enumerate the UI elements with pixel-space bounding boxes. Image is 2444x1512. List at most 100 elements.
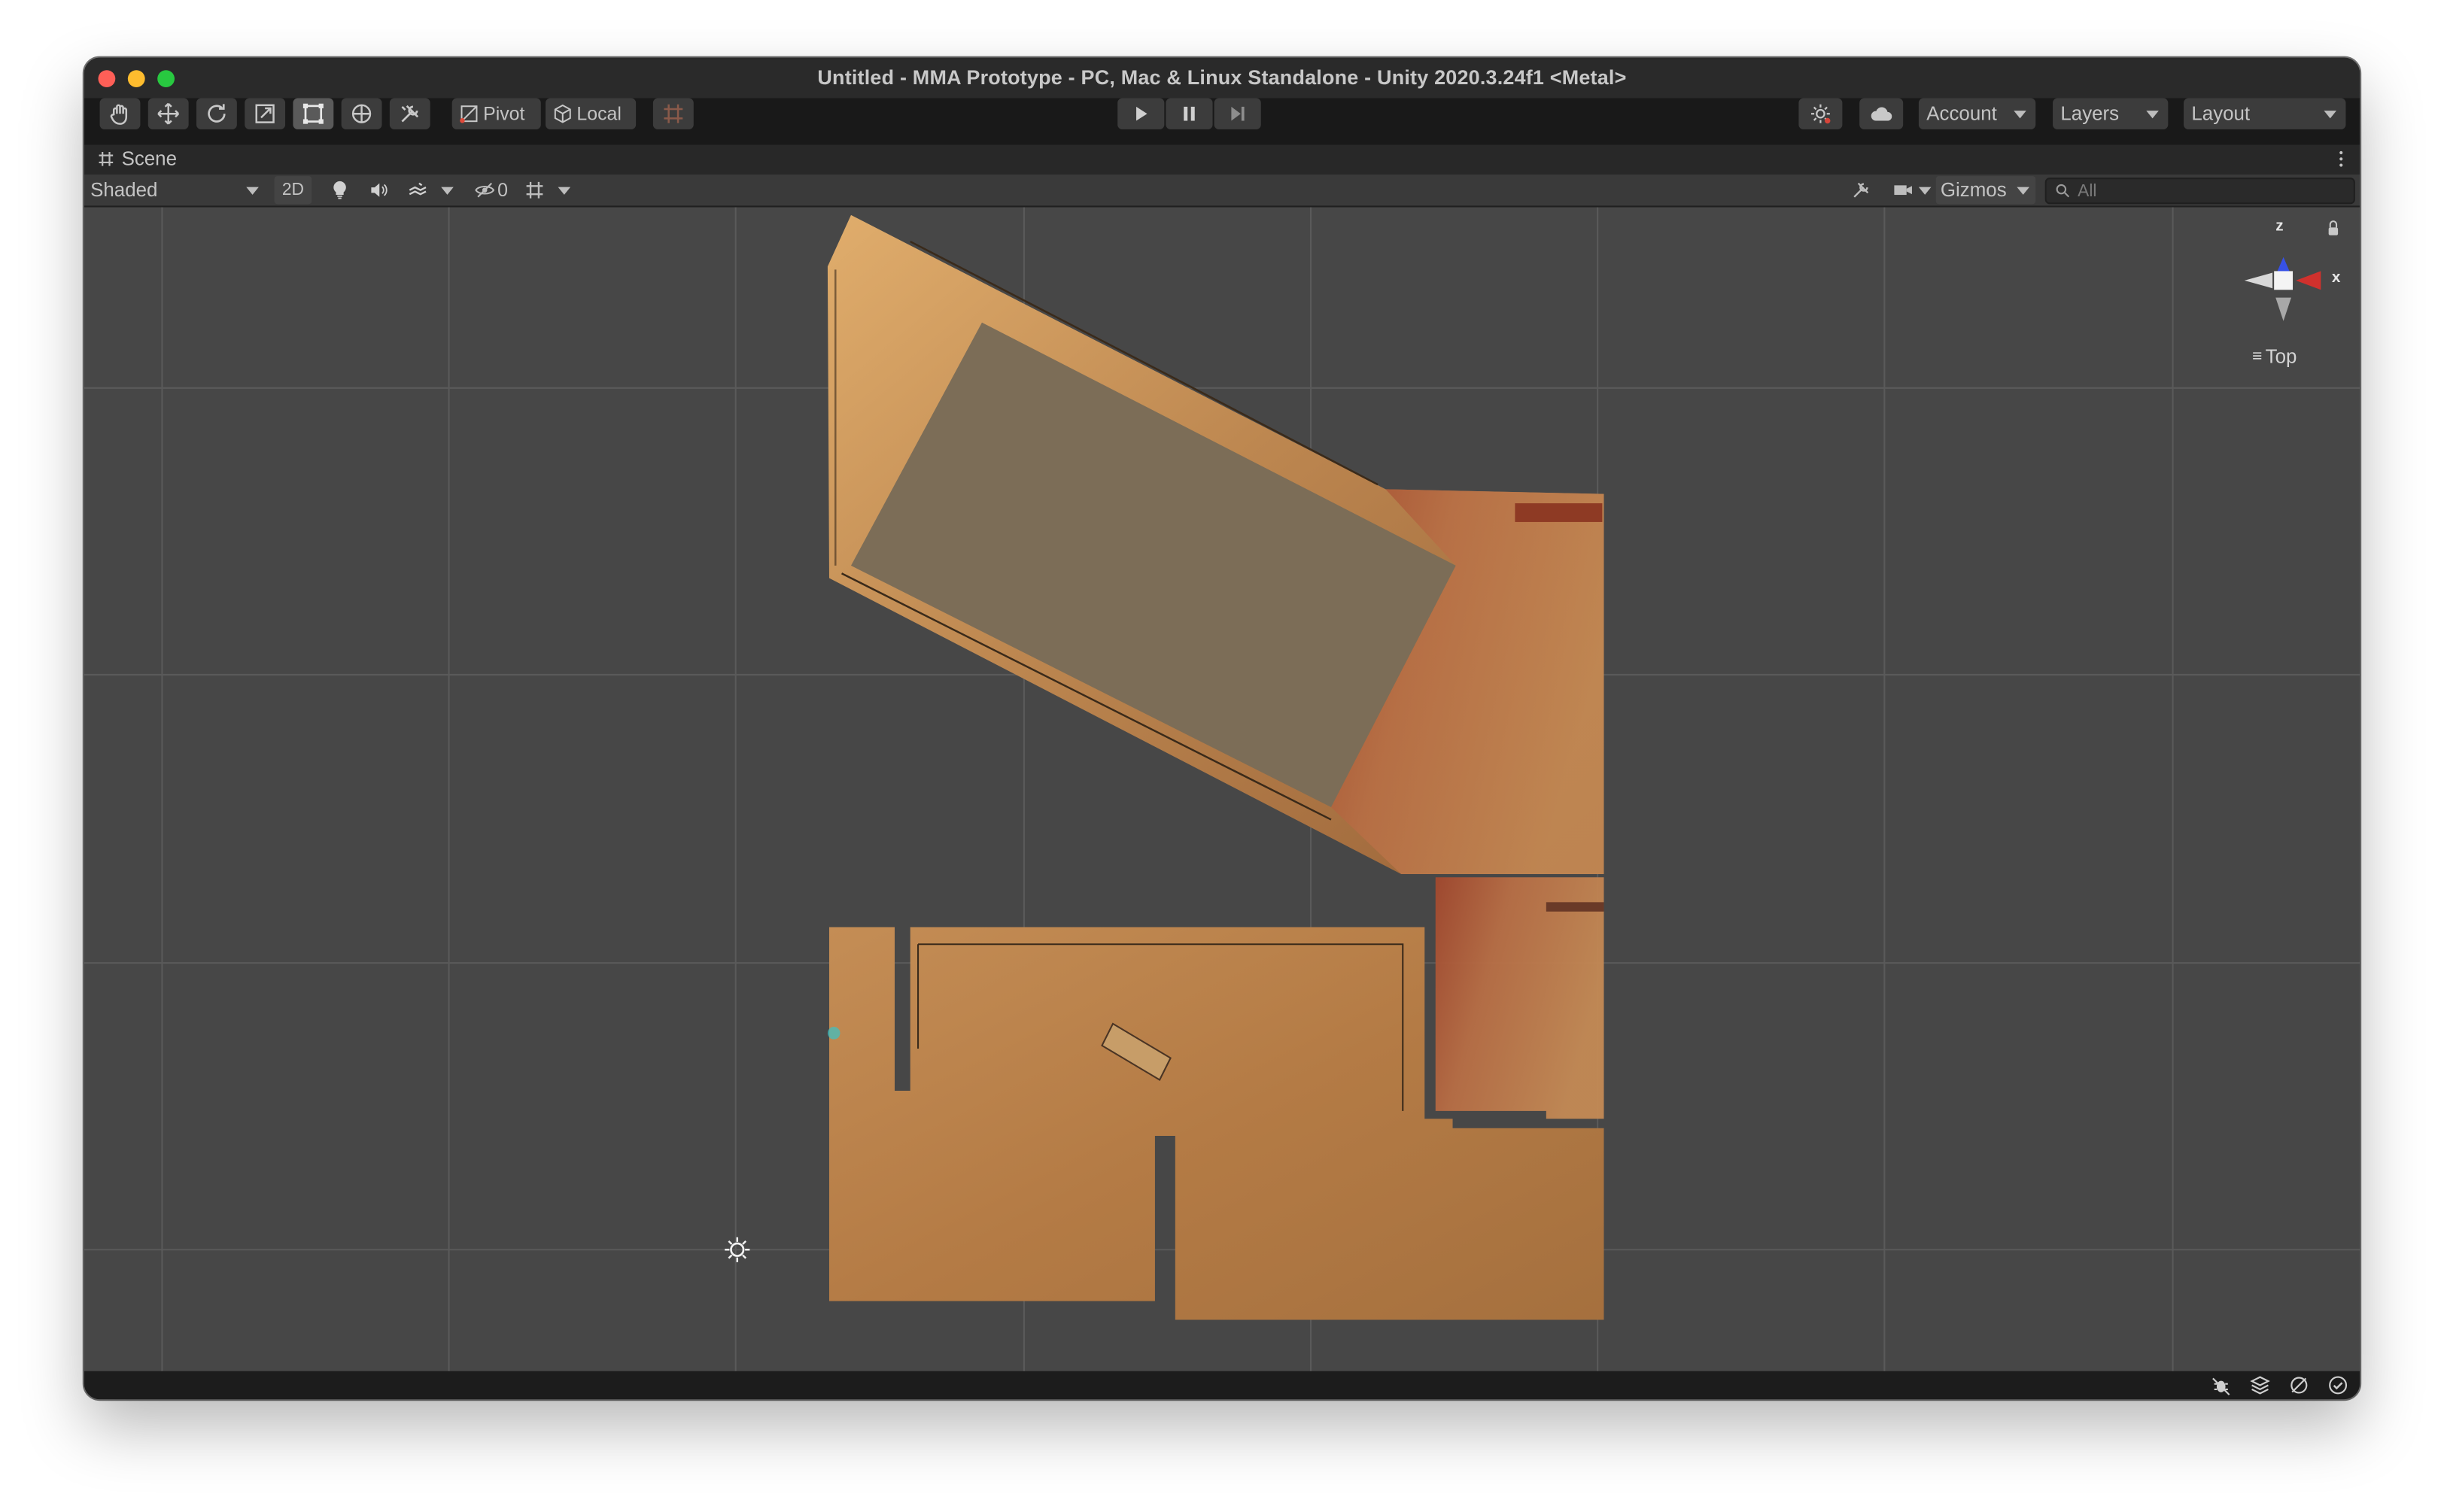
hidden-objects-toggle[interactable]: 0 — [467, 176, 514, 204]
rotate-tool-button[interactable] — [196, 98, 237, 129]
layers-label: Layers — [2060, 102, 2120, 125]
effects-toggle[interactable] — [400, 176, 435, 204]
hand-tool-icon — [110, 104, 128, 125]
tools-toggle[interactable] — [1846, 176, 1877, 204]
gizmo-center-cube[interactable] — [2274, 271, 2294, 290]
layers-dropdown[interactable]: Layers — [2053, 98, 2169, 129]
chevron-down-icon — [441, 186, 454, 194]
main-toolbar: Pivot Local Account Layers Layout — [84, 98, 2360, 145]
tab-scene[interactable]: Scene — [96, 148, 177, 170]
toggle-2d-label: 2D — [281, 181, 304, 200]
check-circle-icon[interactable] — [2327, 1374, 2349, 1396]
pause-icon — [1184, 106, 1195, 121]
axis-x-cone[interactable] — [2296, 271, 2321, 290]
title-bar: Untitled - MMA Prototype - PC, Mac & Lin… — [84, 57, 2360, 99]
chevron-down-icon — [246, 186, 259, 194]
screen: Untitled - MMA Prototype - PC, Mac & Lin… — [0, 0, 2444, 1511]
scene-toolbar: Shaded 2D 0 Gizmos All — [84, 174, 2360, 208]
layout-dropdown[interactable]: Layout — [2184, 98, 2346, 129]
axis-neg-y-cone[interactable] — [2275, 297, 2291, 321]
camera-icon — [1894, 185, 1912, 196]
chevron-down-icon — [2014, 110, 2026, 118]
scene-tab-bar: Scene — [84, 144, 2360, 175]
toggle-2d-button[interactable]: 2D — [274, 176, 312, 205]
shading-mode-dropdown[interactable]: Shaded — [84, 176, 262, 204]
status-bar — [84, 1371, 2360, 1400]
lighting-toggle[interactable] — [323, 176, 357, 204]
pivot-icon — [460, 105, 478, 123]
eye-slash-icon — [475, 182, 495, 198]
scale-tool-icon — [255, 104, 275, 123]
effects-dropdown[interactable] — [438, 176, 457, 204]
rotate-tool-icon — [208, 104, 226, 123]
axis-neg-x-cone[interactable] — [2244, 272, 2273, 289]
lock-icon[interactable] — [2328, 227, 2339, 235]
search-input[interactable]: All — [2044, 178, 2355, 205]
scene-grid-icon — [99, 151, 114, 166]
camera-dropdown-caret[interactable] — [1917, 176, 1933, 204]
menu-icon: ≡ — [2252, 347, 2263, 366]
scene-canvas[interactable] — [84, 207, 2360, 1371]
chevron-down-icon — [2324, 110, 2337, 118]
transform-tool-icon — [351, 104, 372, 123]
axis-z-label: z — [2275, 217, 2284, 235]
collab-icon — [1810, 104, 1831, 124]
search-icon — [2056, 184, 2070, 198]
scene-viewport[interactable]: z x ≡ Top — [84, 207, 2360, 1371]
grid-icon — [526, 181, 543, 199]
layers-stack-icon[interactable] — [2249, 1374, 2271, 1396]
rect-tool-button[interactable] — [293, 98, 334, 129]
chevron-down-icon — [2017, 186, 2029, 194]
pivot-label: Pivot — [483, 102, 525, 125]
search-placeholder: All — [2078, 181, 2097, 201]
transform-tool-button[interactable] — [341, 98, 382, 129]
axis-x-label: x — [2331, 269, 2341, 287]
view-mode-text: Top — [2265, 345, 2297, 368]
hidden-count: 0 — [497, 179, 508, 202]
chevron-down-icon — [2146, 110, 2159, 118]
move-tool-button[interactable] — [147, 98, 189, 129]
floor-upper-room[interactable] — [827, 214, 1604, 875]
pivot-toggle-button[interactable]: Pivot — [451, 98, 541, 129]
camera-dropdown[interactable] — [1886, 176, 1920, 204]
local-label: Local — [576, 102, 622, 125]
play-button[interactable] — [1117, 98, 1165, 129]
tab-scene-label: Scene — [121, 147, 178, 170]
scale-tool-button[interactable] — [245, 98, 286, 129]
unity-editor-window: Untitled - MMA Prototype - PC, Mac & Lin… — [84, 57, 2360, 1400]
tools-icon — [1853, 182, 1869, 198]
shading-mode-label: Shaded — [90, 179, 158, 202]
window-title: Untitled - MMA Prototype - PC, Mac & Lin… — [817, 65, 1627, 90]
gizmos-dropdown[interactable]: Gizmos — [1935, 176, 2036, 205]
speaker-icon — [371, 183, 388, 197]
hand-tool-button[interactable] — [99, 98, 141, 129]
debug-bug-icon[interactable] — [2210, 1374, 2232, 1396]
custom-tool-icon — [401, 105, 419, 123]
play-icon — [1136, 106, 1148, 121]
layout-label: Layout — [2191, 102, 2251, 125]
effects-icon — [409, 182, 427, 196]
step-button[interactable] — [1214, 98, 1261, 129]
snap-grid-button[interactable] — [652, 98, 694, 129]
local-cube-icon — [554, 104, 571, 123]
grid-dropdown[interactable] — [555, 176, 573, 204]
account-dropdown[interactable]: Account — [1918, 98, 2036, 129]
floor-right-corridor[interactable] — [1435, 877, 1604, 1119]
more-options-icon[interactable] — [2338, 150, 2344, 169]
gizmos-label: Gizmos — [1940, 179, 2007, 202]
orientation-gizmo[interactable] — [2244, 220, 2339, 321]
cloud-button[interactable] — [1859, 98, 1904, 129]
account-label: Account — [1926, 102, 1997, 125]
rect-tool-icon — [302, 103, 324, 124]
move-tool-icon — [157, 102, 180, 125]
view-mode-label[interactable]: ≡ Top — [2252, 346, 2297, 368]
custom-tool-button[interactable] — [389, 98, 430, 129]
progress-indicator-icon[interactable] — [2288, 1374, 2310, 1396]
collab-button[interactable] — [1798, 98, 1843, 129]
local-toggle-button[interactable]: Local — [545, 98, 637, 129]
grid-snap-icon — [664, 104, 683, 123]
pause-button[interactable] — [1166, 98, 1213, 129]
cloud-icon — [1871, 107, 1892, 121]
grid-toggle[interactable] — [521, 176, 549, 204]
audio-toggle[interactable] — [362, 176, 397, 204]
